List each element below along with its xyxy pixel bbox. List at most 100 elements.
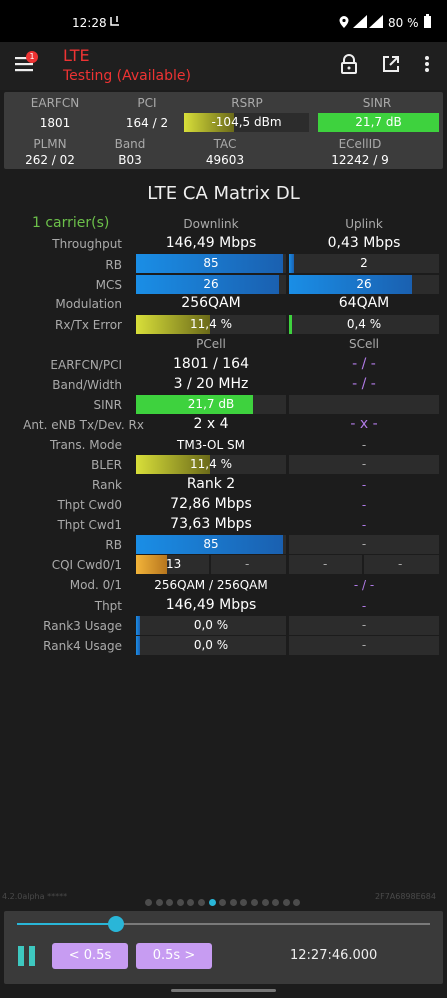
mod01-pcell: 256QAM / 256QAM: [154, 578, 268, 592]
lock-icon[interactable]: [340, 54, 358, 74]
bler-pcell-value: 11,4 %: [190, 457, 232, 471]
bler-pcell-bar: 11,4 %: [136, 455, 286, 474]
sinr-scell-bar: [289, 395, 439, 414]
sinr-header: SINR: [362, 96, 392, 110]
rb-scell-bar: -: [289, 535, 439, 554]
page-dot[interactable]: [261, 899, 269, 906]
rb-pcell-label: RB: [105, 538, 122, 552]
mcs-dl-value: 26: [203, 277, 219, 291]
earfcn-pci-pcell: 1801 / 164: [173, 356, 249, 372]
modulation-dl: 256QAM: [181, 295, 241, 311]
page-dot[interactable]: [197, 899, 205, 906]
gesture-handle[interactable]: [171, 989, 276, 992]
throughput-label: Throughput: [52, 237, 122, 251]
rxtx-dl-value: 11,4 %: [190, 317, 232, 331]
mod01-scell: - / -: [353, 578, 375, 592]
thpt-cwd1-scell: -: [361, 518, 367, 532]
pause-icon[interactable]: [17, 946, 37, 966]
mcs-dl-bar: 26: [136, 275, 286, 294]
page-dot[interactable]: [229, 899, 237, 906]
mcs-label: MCS: [95, 278, 122, 292]
trans-mode-label: Trans. Mode: [49, 438, 122, 452]
rank-pcell: Rank 2: [186, 476, 236, 492]
rank3-pcell-bar: 0,0 %: [136, 616, 286, 635]
uplink-header: Uplink: [345, 217, 383, 231]
cqi-label: CQI Cwd0/1: [51, 558, 122, 572]
download-icon: [110, 16, 119, 26]
scell-header: SCell: [348, 337, 380, 351]
cqi-cwd1-scell-bar: -: [364, 555, 439, 574]
cqi-cwd0-pcell-bar: 13: [136, 555, 209, 574]
bler-scell-bar: -: [289, 455, 439, 474]
page-dot[interactable]: [187, 899, 195, 906]
ecellid-header: ECellID: [338, 137, 382, 151]
throughput-dl: 146,49 Mbps: [165, 235, 257, 251]
cqi-cwd1-pcell-value: -: [245, 557, 250, 571]
sinr-label: SINR: [93, 398, 122, 412]
seek-track[interactable]: [17, 923, 430, 925]
antenna-label: Ant. eNB Tx/Dev. Rx: [23, 418, 144, 432]
page-dot[interactable]: [145, 899, 152, 906]
tac-value: 49603: [205, 153, 245, 167]
page-dot[interactable]: [293, 899, 301, 906]
antenna-scell: - x -: [350, 416, 378, 432]
rb-pcell-bar: 85: [136, 535, 286, 554]
battery-level: 80 %: [388, 16, 419, 30]
cqi-cwd1-scell-value: -: [398, 557, 403, 571]
page-dot[interactable]: [240, 899, 248, 906]
page-indicator[interactable]: [145, 891, 304, 910]
cqi-cwd1-pcell-bar: -: [211, 555, 286, 574]
page-subtitle: Testing (Available): [63, 68, 191, 84]
throughput-ul: 0,43 Mbps: [327, 235, 401, 251]
step-forward-button[interactable]: 0.5s >: [136, 943, 212, 969]
rsrp-value: -104,5 dBm: [211, 115, 282, 129]
plmn-header: PLMN: [33, 137, 67, 151]
rb-scell-value: -: [361, 537, 367, 551]
thpt-cwd0-scell: -: [361, 498, 367, 512]
band-width-pcell: 3 / 20 MHz: [173, 376, 249, 392]
page-dot[interactable]: [282, 899, 290, 906]
rb-pcell-value: 85: [203, 537, 219, 551]
status-bar: 12:28 80 %: [0, 0, 447, 42]
page-dot[interactable]: [155, 899, 163, 906]
page-dot[interactable]: [208, 899, 216, 906]
modulation-label: Modulation: [55, 297, 122, 311]
pci-value: 164 / 2: [125, 116, 169, 130]
rank3-scell-value: -: [361, 618, 367, 632]
page-dot[interactable]: [272, 899, 280, 906]
rb-dl-value: 85: [203, 256, 219, 270]
earfcn-pci-label: EARFCN/PCI: [50, 358, 122, 372]
open-external-icon[interactable]: [382, 55, 400, 73]
rank-scell: -: [361, 478, 367, 492]
page-dot[interactable]: [166, 899, 174, 906]
thpt-cwd1-label: Thpt Cwd1: [57, 518, 122, 532]
seek-thumb[interactable]: [108, 916, 125, 932]
rank3-label: Rank3 Usage: [43, 619, 122, 633]
thpt-label: Thpt: [94, 599, 122, 613]
thpt-cwd1-pcell: 73,63 Mbps: [170, 516, 252, 532]
bler-label: BLER: [91, 458, 122, 472]
status-time: 12:28: [72, 16, 107, 30]
mcs-ul-value: 26: [356, 277, 372, 291]
rb-ul-bar: 2: [289, 254, 439, 273]
mcs-ul-bar: 26: [289, 275, 439, 294]
more-options-icon[interactable]: [424, 55, 430, 73]
rsrp-header: RSRP: [231, 96, 263, 110]
rxtx-ul-bar: 0,4 %: [289, 315, 439, 334]
rank-label: Rank: [92, 478, 122, 492]
thpt-cwd0-label: Thpt Cwd0: [57, 498, 122, 512]
playback-timestamp: 12:27:46.000: [290, 948, 378, 963]
rank3-scell-bar: -: [289, 616, 439, 635]
page-dot[interactable]: [250, 899, 258, 906]
ecellid-value: 12242 / 9: [331, 153, 389, 167]
carrier-count: 1 carrier(s): [32, 215, 110, 231]
seek-progress: [17, 923, 117, 925]
bler-scell-value: -: [361, 457, 367, 471]
page-dot[interactable]: [219, 899, 227, 906]
rsrp-bar: -104,5 dBm: [184, 113, 309, 132]
cqi-cwd0-pcell-value: 13: [166, 557, 182, 571]
sinr-scell-value: [289, 395, 439, 414]
step-back-button[interactable]: < 0.5s: [52, 943, 128, 969]
page-dot[interactable]: [176, 899, 184, 906]
rank4-scell-bar: -: [289, 636, 439, 655]
